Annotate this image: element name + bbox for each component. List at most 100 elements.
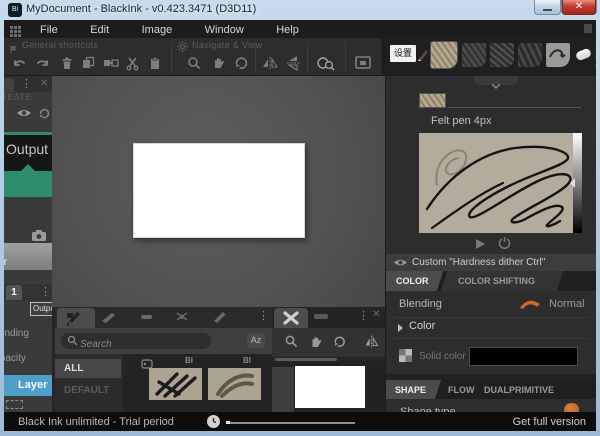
flip-horizontal-icon[interactable] <box>262 55 280 73</box>
brush-preset-thumb[interactable] <box>546 43 570 67</box>
zoom-icon[interactable] <box>186 55 204 73</box>
pan-hand-icon[interactable] <box>210 55 228 73</box>
paste-icon[interactable] <box>147 55 165 73</box>
tab-color[interactable]: COLOR <box>396 276 429 286</box>
undo-icon[interactable] <box>12 55 30 73</box>
output-box[interactable]: Output <box>30 302 52 316</box>
trial-status-text: Black Ink unlimited - Trial period <box>18 416 174 428</box>
brush-pen-icon[interactable] <box>417 47 429 66</box>
canvas-workspace[interactable] <box>52 76 385 307</box>
clock-icon <box>207 415 220 428</box>
flip-vertical-icon[interactable] <box>285 55 303 73</box>
get-full-version-link[interactable]: Get full version <box>513 416 586 428</box>
brush-chip-rule <box>448 107 581 108</box>
app-area: File Edit Image Window Help General shor… <box>4 20 596 431</box>
brush-preset-thumb[interactable] <box>490 43 514 67</box>
brush-preset-thumb[interactable] <box>518 43 542 67</box>
zoom-reset-icon[interactable] <box>315 55 339 73</box>
delete-icon[interactable] <box>59 55 77 73</box>
solid-color-checker-icon[interactable] <box>399 349 412 362</box>
nav-rotate-icon[interactable] <box>332 334 347 354</box>
add-layer-button[interactable]: Layer <box>4 375 52 396</box>
search-box[interactable] <box>61 333 211 349</box>
library-menu-icon[interactable]: ⋮ <box>258 311 269 321</box>
nav-zoom-icon[interactable] <box>284 334 299 354</box>
layers-menu-icon[interactable]: ⋮ <box>40 287 51 297</box>
tab-shape[interactable]: SHAPE <box>395 385 426 395</box>
redo-icon[interactable] <box>34 55 52 73</box>
tab-navigator[interactable] <box>274 308 308 328</box>
panel-tab[interactable] <box>4 78 14 92</box>
panel-menu-icon[interactable]: ⋮ <box>21 79 32 89</box>
nav-flip-icon[interactable] <box>364 334 380 354</box>
preview-play-icon[interactable] <box>474 237 486 255</box>
menu-window[interactable]: Window <box>191 22 258 38</box>
minimize-button[interactable] <box>534 0 561 15</box>
navigator-preview[interactable] <box>272 362 385 412</box>
canvas-document[interactable] <box>133 143 305 238</box>
blending-curve-icon[interactable] <box>518 295 542 315</box>
selection-icon[interactable] <box>6 400 23 409</box>
nav-pan-icon[interactable] <box>308 334 323 354</box>
tab-fx-icon[interactable] <box>173 310 193 329</box>
layer-thumbnail[interactable]: Layer <box>4 243 52 270</box>
cut-icon[interactable] <box>125 55 143 73</box>
output-node-block[interactable] <box>4 171 52 197</box>
navigator-menu-icon[interactable]: ⋮ <box>358 311 369 321</box>
blending-value[interactable]: Normal <box>549 298 584 310</box>
eye-icon[interactable] <box>16 106 32 124</box>
title-bar[interactable]: Bi MyDocument - BlackInk - v0.423.3471 (… <box>0 0 600 20</box>
toolbar-divider <box>345 42 346 72</box>
menu-edit[interactable]: Edit <box>76 22 123 38</box>
fit-screen-icon[interactable] <box>354 55 372 73</box>
navigator-canvas-thumb[interactable] <box>295 366 365 408</box>
tab-eraser-icon[interactable] <box>137 310 157 329</box>
output-node-title[interactable]: Output <box>4 135 52 164</box>
close-button[interactable]: ✕ <box>562 0 596 15</box>
eraser-preset-thumb[interactable] <box>575 48 592 62</box>
solid-color-swatch[interactable] <box>469 347 578 366</box>
search-input[interactable] <box>78 338 178 351</box>
merge-icon[interactable] <box>102 55 120 73</box>
tab-flow[interactable]: FLOW <box>448 385 475 395</box>
preview-power-icon[interactable] <box>498 236 511 254</box>
brush-chip[interactable] <box>419 93 446 108</box>
tab-secondary-icon[interactable] <box>314 314 328 319</box>
navigator-close-icon[interactable]: ✕ <box>372 309 380 320</box>
sort-alpha-button[interactable]: Az <box>247 333 265 348</box>
collapse-handle[interactable] <box>474 76 518 85</box>
slider-arrow-icon[interactable] <box>570 178 575 188</box>
menu-corner-icon[interactable] <box>584 24 592 33</box>
brush-thumb[interactable] <box>149 368 202 400</box>
tab-brushes[interactable] <box>57 308 95 328</box>
panel-close-icon[interactable]: ✕ <box>40 78 48 89</box>
menu-help[interactable]: Help <box>262 22 313 38</box>
layer-tab-1[interactable]: 1 <box>6 285 22 300</box>
output-node-base <box>4 164 52 171</box>
color-section-chevron-icon[interactable] <box>398 324 403 332</box>
brush-preset-thumb-selected[interactable] <box>430 41 458 69</box>
tab-pen-icon[interactable] <box>210 310 230 329</box>
brush-preset-thumb[interactable] <box>462 43 486 67</box>
tab-dualprimitive[interactable]: DUALPRIMITIVE <box>484 385 554 395</box>
custom-preset-label: Custom "Hardness dither Ctrl" <box>412 257 545 268</box>
color-section-label[interactable]: Color <box>409 320 435 332</box>
settings-button[interactable]: 设置 <box>390 45 416 62</box>
shape-type-blob-icon[interactable] <box>564 403 579 412</box>
brush-preset-thumb[interactable] <box>595 43 596 67</box>
category-default[interactable]: DEFAULT <box>55 381 121 400</box>
refresh-icon[interactable] <box>38 106 51 124</box>
menu-bar: File Edit Image Window Help <box>4 20 596 38</box>
tab-smudge-icon[interactable] <box>99 310 119 329</box>
rotate-view-icon[interactable] <box>233 55 251 73</box>
custom-preset-row[interactable]: Custom "Hardness dither Ctrl" <box>386 254 596 271</box>
brush-settings-panel: Felt pen 4px Custom "Hardness dither Ctr… <box>385 76 596 412</box>
blending-label: Blending <box>399 298 442 310</box>
menu-image[interactable]: Image <box>128 22 187 38</box>
menu-file[interactable]: File <box>26 22 72 38</box>
tab-color-shifting[interactable]: COLOR SHIFTING <box>458 276 535 286</box>
brush-thumb[interactable] <box>208 368 261 400</box>
category-all[interactable]: ALL <box>55 359 121 378</box>
duplicate-icon[interactable] <box>80 55 98 73</box>
stroke-preview[interactable] <box>419 133 582 233</box>
